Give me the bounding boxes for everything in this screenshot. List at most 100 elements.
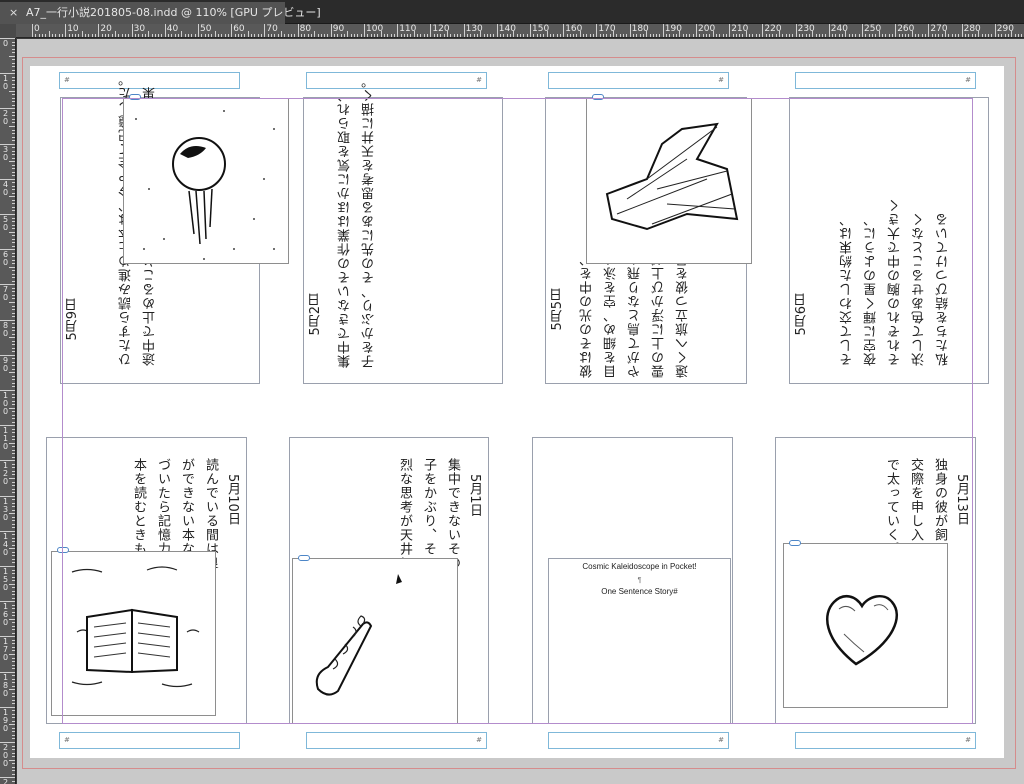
running-header-frame[interactable]: # [306,72,487,89]
ruler-minor-tick [41,34,43,37]
ruler-minor-tick [12,228,15,230]
ruler-minor-tick [905,34,907,37]
ruler-minor-tick [12,470,15,472]
ruler-minor-tick [12,182,15,184]
ruler-minor-tick [287,34,289,37]
ruler-tick [430,24,432,37]
ruler-minor-tick [12,580,15,582]
close-tab-icon[interactable]: × [9,2,23,24]
ruler-minor-tick [12,664,15,666]
ruler-tick [32,24,33,37]
ruler-minor-tick [12,280,15,282]
ruler-minor-tick [1001,34,1003,37]
ruler-minor-tick [935,34,937,37]
ruler-label: 210 [731,24,749,34]
running-footer-frame[interactable]: # [795,732,976,749]
ruler-minor-tick [450,34,452,37]
ruler-minor-tick [908,34,910,37]
running-footer-frame[interactable]: # [306,732,487,749]
ruler-minor-tick [12,375,15,377]
ruler-label: 200 [2,743,9,768]
ruler-minor-tick [619,34,621,37]
ruler-minor-tick [347,31,349,37]
ruler-minor-tick [536,34,538,37]
ruler-minor-tick [988,34,990,37]
running-footer-frame[interactable]: # [59,732,240,749]
ruler-minor-tick [12,235,15,237]
ruler-minor-tick [12,611,15,613]
ruler-minor-tick [453,34,455,37]
ruler-minor-tick [237,34,239,37]
ruler-minor-tick [941,34,943,37]
ruler-minor-tick [639,34,641,37]
ruler-minor-tick [609,34,611,37]
ruler-minor-tick [433,34,435,37]
ruler-minor-tick [12,192,15,194]
ruler-minor-tick [12,400,15,402]
ruler-minor-tick [12,685,15,687]
ruler-minor-tick [998,34,1000,37]
ruler-minor-tick [12,382,15,384]
horizontal-ruler[interactable]: 0 10 20 30 40 50 60 70 80 90 100 110 120 130 140 150 160… [16,24,1024,38]
running-header-frame[interactable]: # [795,72,976,89]
ruler-minor-tick [12,632,15,634]
ruler-minor-tick [632,34,634,37]
ruler-minor-tick [526,34,528,37]
ruler-minor-tick [12,650,15,652]
ruler-minor-tick [918,34,920,37]
ruler-minor-tick [387,34,389,37]
vertical-ruler[interactable]: 0 10 20 30 40 50 60 70 80 90 100 110 120 130 140 150 160… [0,38,16,784]
ruler-minor-tick [785,34,787,37]
ruler-minor-tick [420,34,422,37]
ruler-minor-tick [12,717,15,719]
ruler-minor-tick [506,34,508,37]
ruler-minor-tick [593,34,595,37]
ruler-minor-tick [393,34,395,37]
ruler-origin[interactable] [0,24,16,38]
ruler-label: 70 [2,285,9,303]
running-header-frame[interactable]: # [548,72,729,89]
ruler-tick [629,24,631,37]
ruler-minor-tick [234,34,236,37]
ruler-minor-tick [12,773,15,775]
ruler-minor-tick [178,34,180,37]
ruler-minor-tick [12,562,15,564]
ruler-minor-tick [224,34,226,37]
ruler-minor-tick [510,34,512,37]
ruler-label: 80 [299,24,312,34]
document-tab[interactable]: A7_一行小説201805-08.indd @ 110% [GPU プレビュー] [0,2,321,24]
ruler-minor-tick [12,129,15,131]
ruler-minor-tick [666,34,668,37]
ruler-minor-tick [12,150,15,152]
ruler-minor-tick [782,34,784,37]
ruler-minor-tick [181,31,183,37]
ruler-minor-tick [324,34,326,37]
ruler-minor-tick [692,34,694,37]
ruler-minor-tick [168,34,170,37]
ruler-label: 130 [2,496,9,522]
ruler-minor-tick [749,34,751,37]
ruler-minor-tick [12,133,15,135]
ruler-minor-tick [12,509,15,511]
ruler-minor-tick [12,224,15,226]
ruler-minor-tick [808,34,810,37]
ruler-minor-tick [12,523,15,525]
ruler-minor-tick [12,629,15,631]
ruler-label: 100 [2,391,9,416]
ruler-minor-tick [12,463,15,465]
ruler-label: 280 [963,24,981,34]
ruler-minor-tick [207,34,209,37]
ruler-minor-tick [466,34,468,37]
ruler-minor-tick [12,365,15,367]
ruler-tick [397,24,399,37]
ruler-minor-tick [868,34,870,37]
running-footer-frame[interactable]: # [548,732,729,749]
ruler-minor-tick [12,238,15,240]
ruler-minor-tick [865,34,867,37]
ruler-minor-tick [403,34,405,37]
ruler-minor-tick [775,34,777,37]
ruler-minor-tick [12,45,15,47]
ruler-minor-tick [12,428,15,430]
ruler-minor-tick [105,34,107,37]
ruler-minor-tick [898,34,900,37]
